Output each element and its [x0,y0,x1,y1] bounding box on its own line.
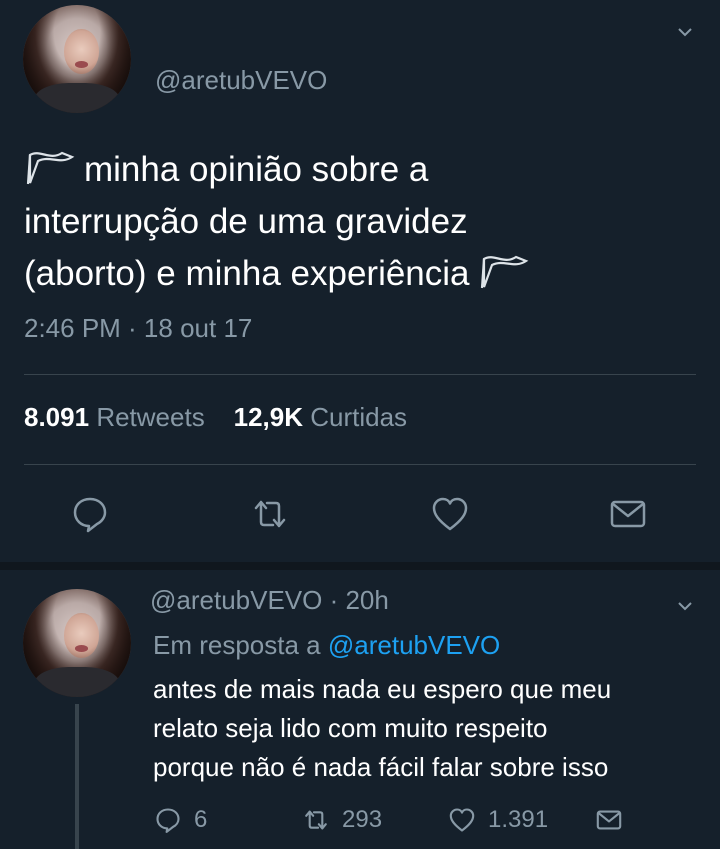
chevron-down-icon[interactable] [677,24,693,40]
reply-reply-button[interactable]: 6 [154,806,207,834]
reply-share-button[interactable] [595,806,635,834]
tweet-stats: 8.091 Retweets 12,9K Curtidas [24,402,407,433]
retweets-stat[interactable]: 8.091 Retweets [24,402,205,432]
reply-text-line: antes de mais nada eu espero que meu [153,674,612,704]
reply-icon[interactable] [70,494,110,534]
like-count: 1.391 [488,806,549,833]
flag-icon [478,252,530,289]
divider [24,374,696,375]
reply-to-prefix: Em resposta a [153,630,321,660]
tweet-handle[interactable]: @aretubVEVO [155,65,327,96]
retweet-icon[interactable] [250,494,290,534]
reply-text-line: porque não é nada fácil falar sobre isso [153,752,609,782]
reply-retweet-button[interactable]: 293 [302,806,382,834]
share-icon [596,810,622,830]
tweet-text: minha opinião sobre a interrupção de uma… [24,144,694,300]
divider [24,464,696,465]
tweet-timestamp[interactable]: 2:46 PM · 18 out 17 [24,313,252,344]
tweet-text-line: interrupção de uma gravidez [24,202,468,241]
tweet-action-bar [0,494,720,534]
flag-icon [24,148,76,185]
reply-action-bar: 6 293 1.391 [0,806,720,840]
reply-icon [156,808,180,833]
avatar[interactable] [23,5,131,113]
reply-like-button[interactable]: 1.391 [448,806,548,834]
tweet-text-line: minha opinião sobre a [84,150,429,189]
tweet-text-line: (aborto) e minha experiência [24,254,470,293]
retweet-count: 293 [342,806,383,833]
reply-mention-link[interactable]: @aretubVEVO [328,630,500,660]
section-separator [0,562,720,570]
share-icon[interactable] [608,494,648,534]
chevron-down-icon[interactable] [677,598,693,614]
reply-header[interactable]: @aretubVEVO · 20h [150,585,389,616]
reply-text: antes de mais nada eu espero que meu rel… [153,670,693,787]
like-icon[interactable] [430,494,470,534]
likes-stat[interactable]: 12,9K Curtidas [234,402,407,432]
reply-text-line: relato seja lido com muito respeito [153,713,548,743]
retweet-icon [305,810,327,830]
avatar[interactable] [23,589,131,697]
reply-count: 6 [194,806,208,833]
like-icon [449,808,475,832]
reply-to-line: Em resposta a @aretubVEVO [153,630,500,661]
